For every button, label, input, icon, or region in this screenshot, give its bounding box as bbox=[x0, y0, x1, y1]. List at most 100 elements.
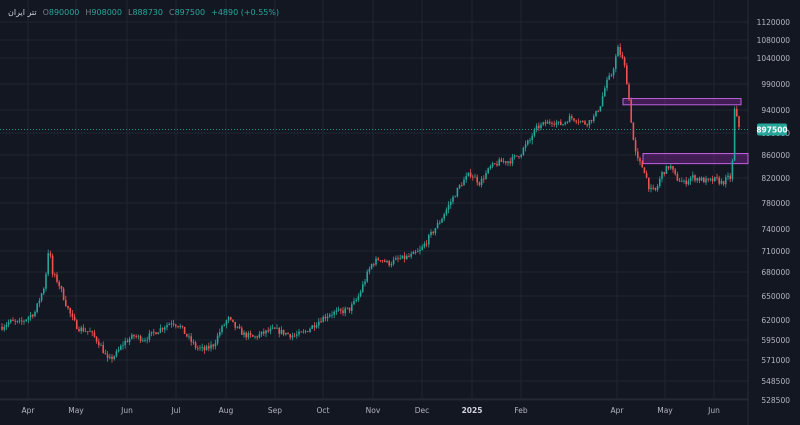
candle-body bbox=[296, 334, 298, 336]
candle-body bbox=[65, 299, 67, 307]
candle-body bbox=[205, 346, 208, 351]
candle-body bbox=[535, 125, 538, 130]
candle-body bbox=[245, 332, 247, 338]
candle-body bbox=[5, 324, 8, 328]
candle-body bbox=[14, 320, 16, 322]
candle-body bbox=[135, 336, 137, 338]
candle-body bbox=[10, 319, 12, 323]
candle-body bbox=[300, 331, 302, 333]
candle-body bbox=[82, 327, 85, 332]
candle-body bbox=[617, 46, 619, 57]
candle-body bbox=[113, 356, 115, 359]
candle-body bbox=[139, 335, 142, 341]
candle-body bbox=[685, 180, 687, 185]
candle-body bbox=[432, 231, 434, 234]
candle-body bbox=[60, 286, 63, 289]
candle-body bbox=[45, 274, 47, 289]
candle-body bbox=[423, 243, 426, 247]
candle-body bbox=[179, 325, 181, 328]
candle-body bbox=[727, 175, 729, 178]
time-tick-label: Jul bbox=[170, 406, 180, 415]
close-value: 897500 bbox=[174, 8, 206, 17]
time-tick-label: Feb bbox=[514, 406, 528, 415]
candle-body bbox=[216, 335, 219, 344]
candle-body bbox=[128, 338, 131, 343]
candle-body bbox=[238, 326, 241, 329]
time-tick-label: Aug bbox=[219, 406, 234, 415]
candle-body bbox=[219, 331, 221, 336]
candle-body bbox=[80, 327, 82, 332]
candle-body bbox=[280, 329, 283, 334]
candle-body bbox=[201, 346, 203, 348]
candle-body bbox=[687, 181, 690, 185]
candlestick-chart[interactable]: 1120000 1080000 1040000 990000 940000 890000 8… bbox=[0, 0, 800, 425]
candle-body bbox=[16, 320, 19, 322]
time-tick-label: Nov bbox=[366, 406, 381, 415]
candle-body bbox=[428, 235, 430, 245]
candle-body bbox=[648, 177, 650, 190]
candle-body bbox=[89, 331, 91, 333]
candle-body bbox=[120, 345, 122, 350]
candle-body bbox=[230, 317, 232, 320]
zone-box[interactable] bbox=[622, 98, 742, 106]
candle-body bbox=[78, 328, 80, 332]
candle-body bbox=[670, 166, 672, 169]
candle-body bbox=[507, 161, 509, 163]
candle-body bbox=[597, 111, 599, 112]
price-tick-label: 650000 bbox=[761, 292, 790, 301]
candle-body bbox=[366, 271, 368, 282]
candle-body bbox=[408, 256, 410, 257]
candle-body bbox=[307, 331, 309, 333]
candle-body bbox=[278, 327, 280, 334]
candle-body bbox=[298, 331, 300, 335]
candle-body bbox=[417, 251, 419, 253]
price-tick-label: 620000 bbox=[761, 316, 790, 325]
candle-body bbox=[694, 175, 696, 181]
candle-body bbox=[725, 177, 727, 185]
candle-body bbox=[663, 172, 665, 174]
candle-body bbox=[190, 336, 192, 342]
candle-body bbox=[566, 122, 569, 124]
candle-body bbox=[102, 344, 104, 354]
time-tick-label: Jun bbox=[120, 406, 133, 415]
candle-body bbox=[76, 320, 78, 329]
candle-body bbox=[194, 342, 197, 348]
candle-body bbox=[469, 172, 472, 177]
candle-body bbox=[337, 309, 340, 311]
candle-body bbox=[665, 166, 668, 174]
candle-body bbox=[153, 331, 155, 333]
candle-body bbox=[287, 333, 289, 335]
price-badge-text: 897500 bbox=[756, 126, 787, 135]
candle-body bbox=[164, 327, 166, 330]
candle-body bbox=[368, 268, 371, 272]
candle-body bbox=[527, 140, 529, 145]
candle-body bbox=[364, 281, 366, 285]
candle-body bbox=[25, 319, 27, 321]
candle-body bbox=[489, 166, 492, 169]
candle-body bbox=[148, 333, 151, 340]
time-axis[interactable]: Apr May Jun Jul Aug Sep Oct Nov Dec 2025 Feb Apr May… bbox=[22, 406, 721, 415]
candle-body bbox=[340, 309, 342, 311]
candle-body bbox=[159, 328, 162, 333]
candle-body bbox=[318, 321, 320, 326]
candle-body bbox=[577, 121, 580, 123]
candle-body bbox=[491, 163, 494, 167]
candle-body bbox=[623, 57, 626, 66]
candle-body bbox=[258, 334, 261, 338]
candle-body bbox=[263, 331, 265, 334]
candle-body bbox=[175, 324, 177, 327]
symbol-name[interactable]: تتر ایران bbox=[8, 8, 37, 17]
candle-body bbox=[604, 88, 606, 97]
candle-body bbox=[555, 122, 558, 125]
candle-body bbox=[146, 339, 148, 341]
high-value: 908000 bbox=[91, 8, 122, 17]
candle-body bbox=[98, 341, 100, 346]
candle-body bbox=[500, 159, 503, 162]
candle-body bbox=[729, 175, 731, 180]
candle-body bbox=[126, 340, 129, 343]
time-tick-label: Apr bbox=[611, 406, 625, 415]
candle-body bbox=[696, 178, 698, 181]
candle-body bbox=[674, 169, 676, 175]
candle-body bbox=[311, 325, 313, 329]
candle-body bbox=[56, 274, 58, 282]
